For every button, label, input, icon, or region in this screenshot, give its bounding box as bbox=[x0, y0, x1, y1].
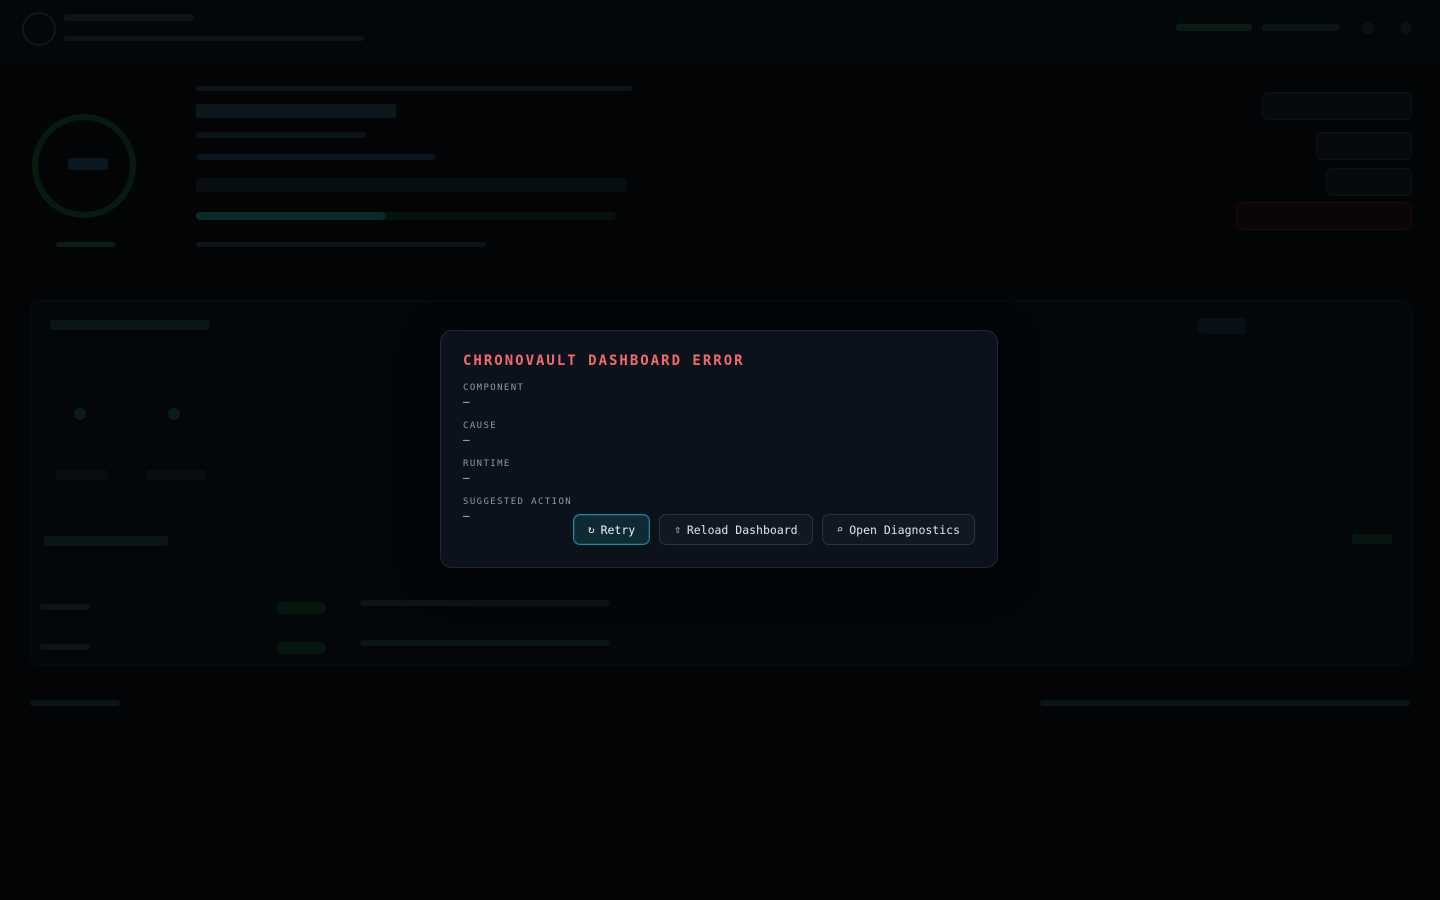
background-row-2 bbox=[40, 644, 90, 650]
reload-dashboard-button[interactable]: ⇧ Reload Dashboard bbox=[659, 514, 813, 545]
background-top-bar bbox=[0, 0, 1440, 63]
runtime-value: — bbox=[463, 471, 470, 484]
cause-label: CAUSE bbox=[463, 421, 498, 431]
background-row-1-text bbox=[360, 600, 610, 606]
reload-arrow-icon: ⇧ bbox=[674, 523, 681, 536]
background-ring-caption bbox=[56, 242, 116, 247]
background-settings-icon bbox=[1362, 22, 1374, 34]
background-action-button-1 bbox=[1262, 92, 1412, 120]
background-row-1 bbox=[40, 604, 90, 610]
background-panel-title bbox=[50, 320, 210, 330]
background-subtitle-bar bbox=[64, 36, 364, 41]
component-label: COMPONENT bbox=[463, 383, 525, 393]
background-footnote-bar bbox=[196, 242, 486, 247]
background-status-bar bbox=[1176, 24, 1252, 31]
background-chip-2 bbox=[146, 470, 206, 480]
runtime-field: RUNTIME — bbox=[463, 458, 975, 485]
background-meta-bar bbox=[196, 132, 366, 138]
background-breadcrumb-bar bbox=[196, 86, 632, 91]
background-status-pill-1 bbox=[276, 602, 326, 614]
background-node-dot-2 bbox=[168, 408, 180, 420]
component-value: — bbox=[463, 395, 470, 408]
background-badge bbox=[1352, 534, 1392, 544]
open-diagnostics-label: Open Diagnostics bbox=[849, 522, 960, 537]
background-brand-bar bbox=[64, 14, 194, 21]
suggested-action-label: SUGGESTED ACTION bbox=[463, 497, 573, 507]
background-action-button-3 bbox=[1326, 168, 1412, 196]
background-progress-fill bbox=[196, 212, 386, 220]
cause-field: CAUSE — bbox=[463, 420, 975, 447]
reload-dashboard-label: Reload Dashboard bbox=[686, 522, 798, 537]
dialog-actions: ↻ Retry ⇧ Reload Dashboard ⌕ Open Diagno… bbox=[572, 514, 975, 545]
background-action-button-2 bbox=[1316, 132, 1412, 160]
retry-label: Retry bbox=[600, 522, 636, 537]
open-diagnostics-button[interactable]: ⌕ Open Diagnostics bbox=[821, 514, 975, 545]
background-heading-bar bbox=[196, 104, 396, 118]
background-section-title bbox=[44, 536, 168, 546]
error-dialog: CHRONOVAULT DASHBOARD ERROR COMPONENT — … bbox=[440, 330, 998, 568]
background-node-dot-1 bbox=[74, 408, 86, 420]
cause-value: — bbox=[463, 433, 470, 446]
background-footer-left bbox=[30, 700, 120, 706]
background-toggle-1 bbox=[1198, 318, 1246, 334]
background-ring-value bbox=[68, 158, 108, 170]
background-logo-icon bbox=[22, 12, 56, 46]
background-chip-1 bbox=[56, 470, 108, 480]
dialog-title: CHRONOVAULT DASHBOARD ERROR bbox=[463, 353, 745, 369]
search-icon: ⌕ bbox=[836, 523, 844, 536]
background-status-pill-2 bbox=[276, 642, 326, 654]
runtime-label: RUNTIME bbox=[463, 459, 511, 469]
background-row-2-text bbox=[360, 640, 610, 646]
background-clock-bar bbox=[1262, 24, 1340, 31]
background-stats-bar bbox=[196, 178, 626, 192]
retry-button[interactable]: ↻ Retry bbox=[572, 514, 651, 545]
component-field: COMPONENT — bbox=[463, 382, 975, 409]
background-meta-bar-2 bbox=[196, 154, 436, 160]
background-user-icon bbox=[1400, 22, 1412, 34]
refresh-icon: ↻ bbox=[587, 523, 595, 536]
background-danger-button bbox=[1236, 202, 1412, 230]
background-footer-right bbox=[1040, 700, 1410, 706]
